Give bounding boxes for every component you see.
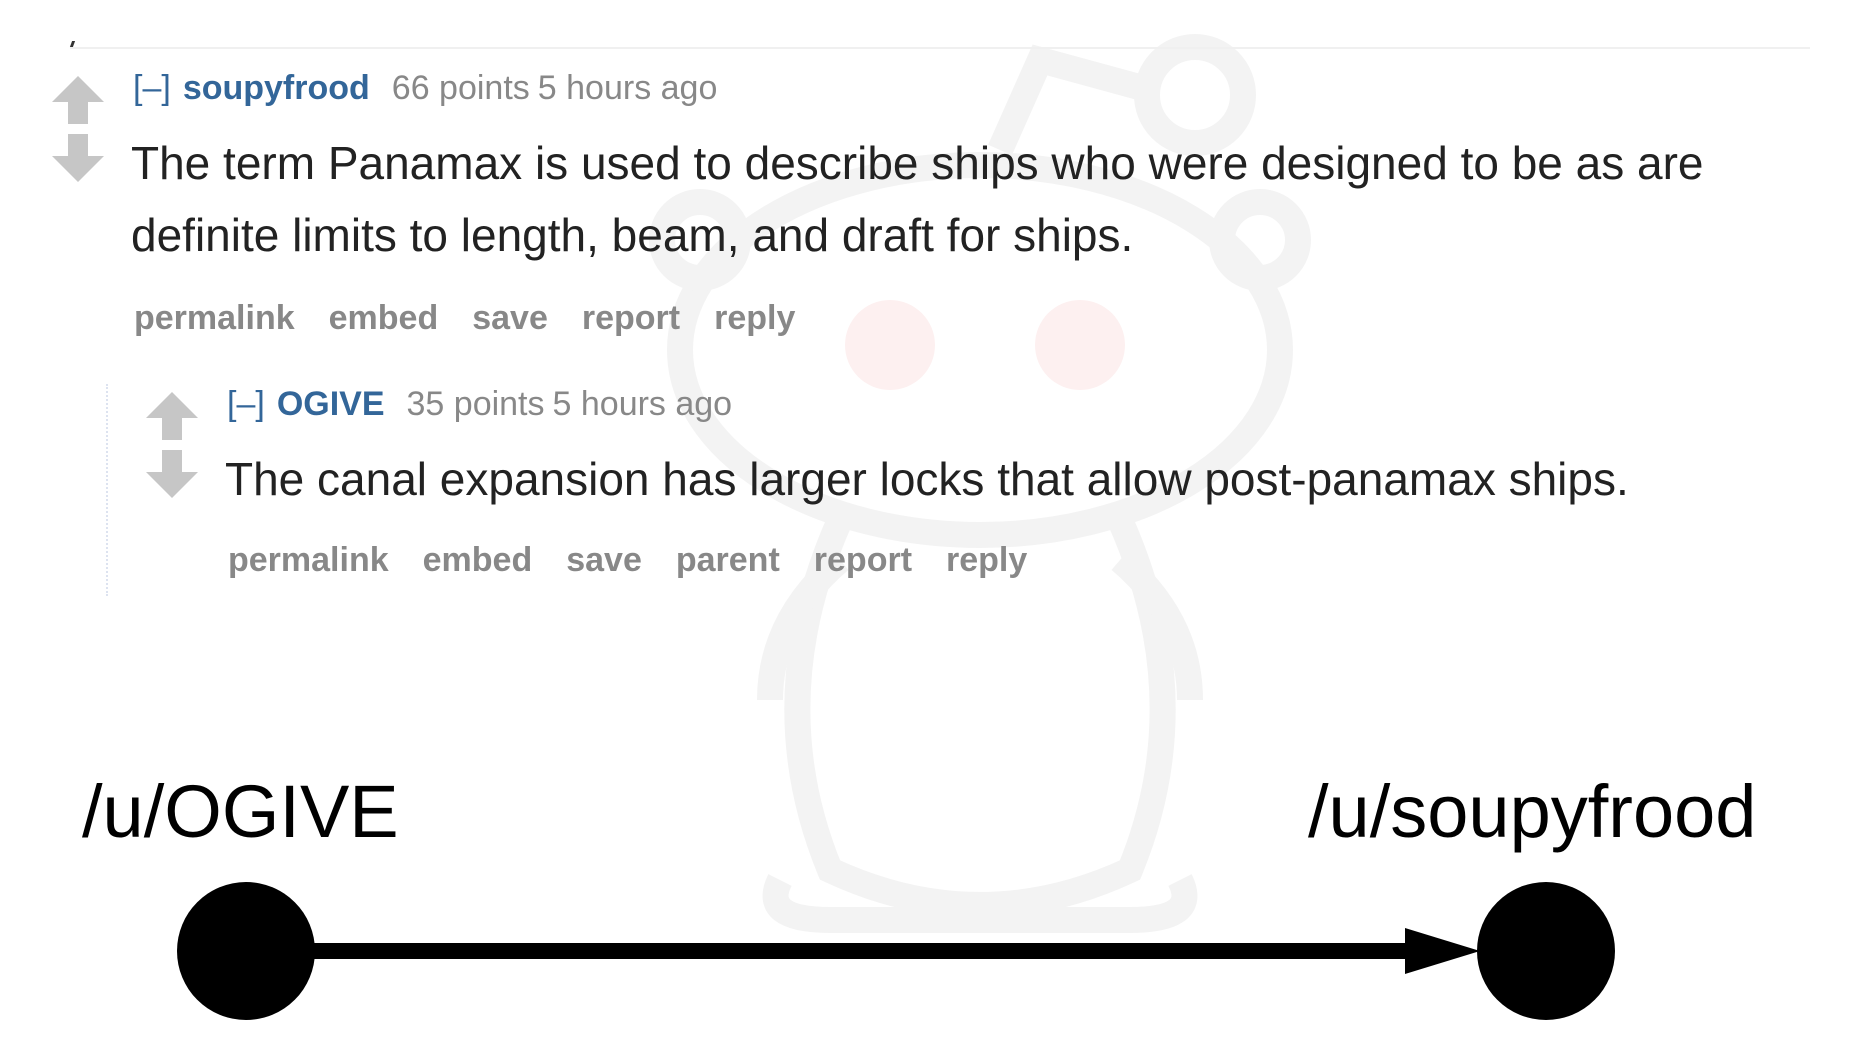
reply-graph	[177, 882, 1615, 1020]
edge-arrowhead-icon	[1405, 928, 1480, 974]
target-node	[1477, 882, 1615, 1020]
source-node	[177, 882, 315, 1020]
screenshot-canvas: [–] soupyfrood 66 points 5 hours ago The te…	[0, 0, 1856, 1056]
